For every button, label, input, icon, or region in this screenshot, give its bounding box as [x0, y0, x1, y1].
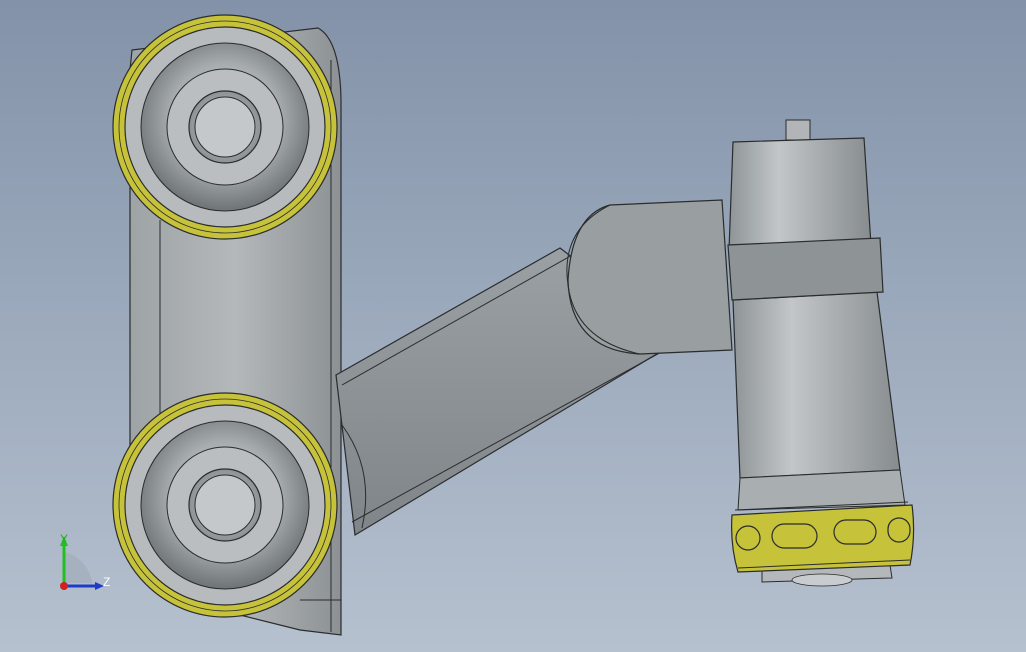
cad-model[interactable] — [0, 0, 1026, 652]
upper-wheel[interactable] — [112, 14, 338, 240]
triad-z-label: Z — [103, 575, 111, 589]
triad-y-label: Y — [60, 532, 69, 546]
graphics-viewport[interactable]: Y Z — [0, 0, 1026, 652]
swing-arm[interactable] — [335, 199, 733, 536]
lower-wheel[interactable] — [112, 392, 338, 618]
cylinder-grip-band[interactable] — [731, 501, 915, 573]
reference-triad: Y Z — [52, 528, 122, 598]
